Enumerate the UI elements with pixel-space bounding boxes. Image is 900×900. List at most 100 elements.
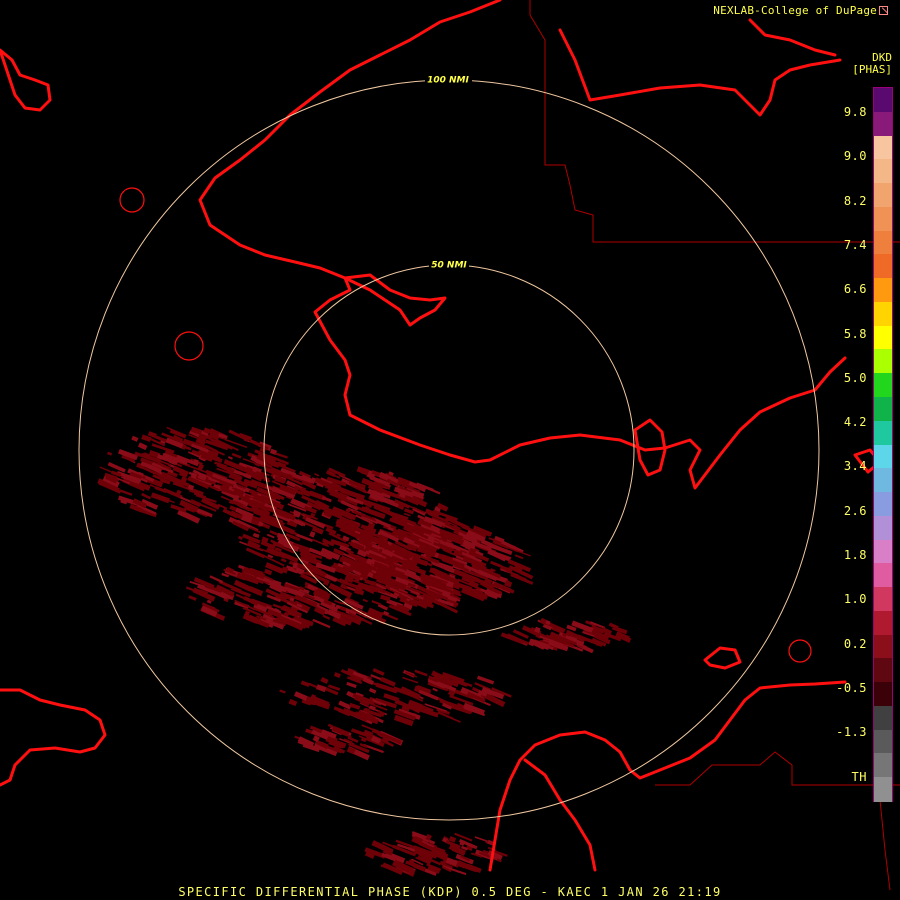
echo-cell (266, 533, 275, 539)
echo-cell (231, 452, 242, 459)
coastline-top-left (0, 48, 52, 112)
echo-cell (321, 496, 332, 503)
legend-swatch (874, 325, 892, 351)
echo-cell (402, 676, 419, 684)
echo-cell (327, 723, 334, 728)
legend-swatch (874, 753, 892, 778)
echo-cell (320, 676, 329, 685)
ring-label-50: 50 NMI (431, 261, 467, 271)
legend-swatch (874, 111, 892, 137)
legend-tick-label: 0.2 (843, 636, 867, 651)
echo-cell (490, 560, 503, 568)
echo-cell (288, 698, 298, 707)
product-caption: SPECIFIC DIFFERENTIAL PHASE (KDP) 0.5 DE… (178, 885, 722, 899)
boundary-line (879, 799, 891, 891)
echo-cell (372, 668, 385, 676)
echo-cell (309, 531, 316, 538)
legend-swatch (874, 230, 892, 255)
echo-cell (333, 706, 343, 713)
legend-swatch (874, 515, 892, 541)
echo-cell (474, 836, 488, 843)
political-boundaries (529, 0, 900, 891)
coastline-bottom-2 (523, 758, 597, 872)
echo-cell (141, 492, 152, 500)
legend-tick-label: 5.8 (843, 326, 867, 341)
legend-swatch (874, 705, 892, 731)
legend-tick-label: 3.4 (843, 459, 867, 474)
echo-cell (280, 558, 287, 563)
echo-cell (349, 702, 361, 710)
ring-label-100: 100 NMI (427, 76, 469, 86)
legend-tick-label: 9.8 (843, 105, 867, 119)
echo-cell (119, 489, 133, 496)
legend-swatch (874, 135, 892, 160)
legend-swatch (874, 183, 892, 208)
legend-tick-label: 1.0 (843, 592, 867, 607)
legend-swatch (874, 444, 892, 469)
echo-cell (264, 568, 273, 576)
legend-swatch (874, 278, 892, 303)
island-outline (174, 331, 204, 361)
legend-swatch (874, 88, 892, 113)
legend-tick-label: 9.0 (843, 149, 867, 164)
echo-cell (312, 618, 331, 629)
nexlab-logo-icon (879, 6, 888, 15)
echo-cell (476, 675, 495, 685)
legend-tick-label: 2.6 (843, 503, 867, 518)
legend-swatch (874, 468, 892, 493)
legend-swatch (874, 159, 892, 184)
coastline-bay (343, 273, 447, 327)
legend-swatch (874, 396, 892, 422)
echo-cell (414, 669, 428, 677)
echo-cell (238, 535, 243, 540)
echo-cell (333, 672, 341, 679)
echo-cell (252, 532, 260, 539)
legend-swatch (874, 420, 892, 446)
legend-tick-label: 1.8 (843, 548, 867, 562)
color-legend-bar (873, 87, 893, 802)
legend-swatch (874, 254, 892, 279)
echo-cell (314, 473, 320, 477)
echo-cell (514, 554, 524, 560)
echo-cell (322, 614, 331, 620)
echo-cell (454, 832, 473, 842)
legend-tick-label: 4.2 (843, 415, 867, 430)
legend-swatch (874, 587, 892, 612)
legend-swatch (874, 539, 892, 564)
lake-right (703, 646, 742, 670)
echo-cell (275, 452, 288, 459)
echo-cell (362, 598, 368, 603)
echo-cell (346, 681, 357, 689)
island-outline (788, 639, 812, 663)
legend-swatch (874, 492, 892, 517)
ring-labels: 100 NMI 50 NMI (425, 74, 472, 271)
echo-cell (432, 687, 438, 692)
legend-swatch (874, 301, 892, 327)
echo-cell (209, 575, 224, 584)
legend-units-label: [PHAS] (852, 63, 892, 76)
legend-tick-label: 5.0 (843, 370, 867, 385)
echo-cell (131, 435, 139, 442)
legend-tick-label: TH (851, 769, 867, 784)
coastline-main (198, 0, 847, 490)
legend-swatch (874, 658, 892, 683)
legend-units: DKD [PHAS] (852, 52, 892, 76)
echo-cell (188, 595, 197, 601)
credit-label: NEXLAB-College of DuPage (713, 4, 877, 17)
echo-cell (300, 680, 311, 688)
kdp-echo-region (97, 426, 632, 877)
coastline (0, 0, 882, 872)
legend-swatch (874, 682, 892, 707)
legend-tick-label: 8.2 (843, 193, 867, 208)
echo-cell (315, 684, 327, 693)
echo-cell (220, 495, 230, 501)
echo-cell (300, 488, 312, 497)
legend-swatch (874, 610, 892, 636)
island-outline (119, 187, 145, 213)
echo-cell (383, 693, 400, 703)
echo-cell (368, 687, 377, 694)
legend-swatch (874, 729, 892, 755)
legend-tick-label: -0.5 (836, 680, 867, 695)
legend-tick-label: 7.4 (843, 237, 867, 252)
echo-cell (107, 451, 113, 456)
